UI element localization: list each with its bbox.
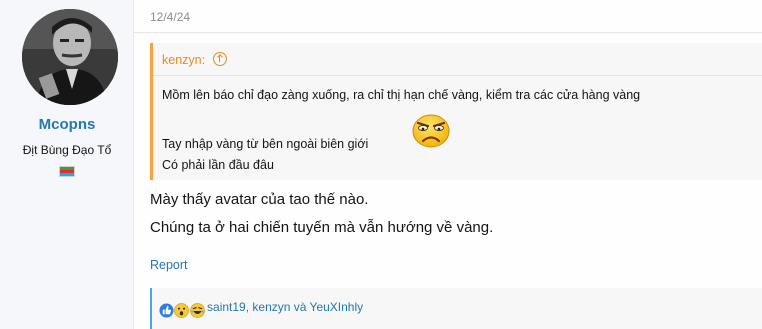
user-avatar[interactable]	[22, 9, 118, 105]
azerbaijan-flag-icon	[59, 166, 75, 177]
quote-block: kenzyn: Mồm lên báo chỉ đạo zàng xuống, …	[150, 43, 762, 180]
post-header-divider	[134, 32, 762, 33]
quote-line: Có phải lần đầu đâu	[162, 158, 274, 172]
username-link[interactable]: Mcopns	[0, 116, 134, 133]
wow-icon	[174, 303, 190, 318]
frown-emoji-icon	[411, 112, 451, 153]
jump-to-quote-icon[interactable]	[212, 52, 227, 66]
reaction-users[interactable]: saint19, kenzyn và YeuXInhly	[207, 300, 363, 314]
message-line: Mày thấy avatar của tao thế nào.	[150, 191, 369, 208]
quote-author[interactable]: kenzyn:	[162, 53, 205, 67]
message-line: Chúng ta ở hai chiến tuyến mà vẫn hướng …	[150, 219, 494, 236]
like-icon	[159, 303, 174, 318]
reactions-bar[interactable]: saint19, kenzyn và YeuXInhly	[150, 288, 762, 329]
quote-line: Mồm lên báo chỉ đạo zàng xuống, ra chỉ t…	[162, 88, 641, 102]
reaction-icons	[159, 303, 205, 318]
haha-icon	[189, 303, 205, 318]
post-date[interactable]: 12/4/24	[150, 10, 190, 24]
forum-post: Mcopns Địt Bùng Đạo Tổ 12/4/24 kenzyn: M…	[0, 0, 762, 329]
quote-line: Tay nhập vàng từ bên ngoài biên giới	[162, 137, 369, 151]
report-link[interactable]: Report	[150, 258, 188, 272]
avatar-portrait-image	[22, 9, 118, 105]
user-title: Địt Bùng Đạo Tổ	[22, 143, 112, 157]
quote-header[interactable]: kenzyn:	[153, 43, 762, 76]
user-sidebar: Mcopns Địt Bùng Đạo Tổ	[0, 0, 134, 329]
